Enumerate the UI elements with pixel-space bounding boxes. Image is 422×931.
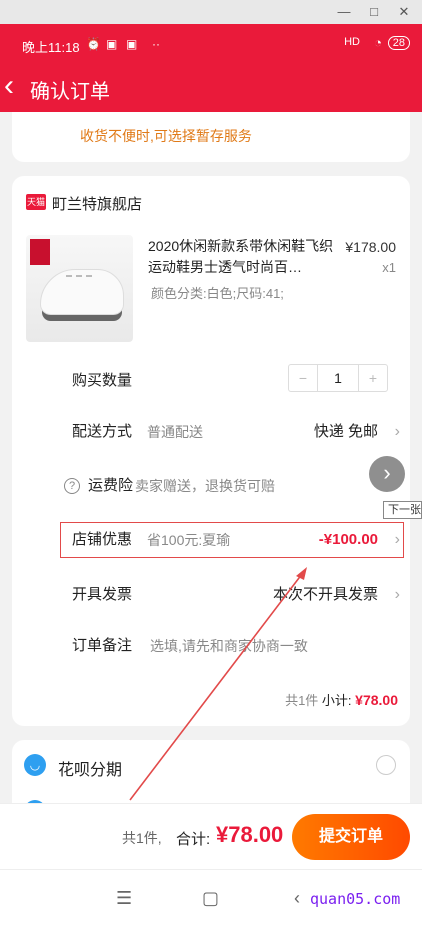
app-notification-icon: ▣ xyxy=(106,37,118,51)
store-discount-sub: 省100元:夏瑜 xyxy=(147,532,231,548)
product-title[interactable]: 2020休闲新款系带休闲鞋飞织运动鞋男士透气时尚百… xyxy=(148,236,334,278)
quantity-stepper[interactable]: − 1 + xyxy=(288,364,388,392)
signal-label: HD xyxy=(344,36,360,48)
quantity-row: 购买数量 − 1 + xyxy=(60,364,406,393)
footer-count: 共1件, xyxy=(122,830,162,846)
minimize-icon[interactable]: — xyxy=(336,4,352,20)
menu-icon[interactable]: ☰ xyxy=(116,888,132,909)
tmall-logo: 天猫 xyxy=(26,194,46,210)
chevron-right-icon: › xyxy=(394,423,400,440)
delivery-label: 配送方式 xyxy=(72,423,133,440)
footer-total-label: 合计: xyxy=(176,831,211,848)
next-tooltip: 下一张 xyxy=(383,501,422,519)
battery-indicator: 28 xyxy=(387,36,410,50)
home-icon[interactable]: ▢ xyxy=(202,888,219,909)
store-discount-label: 店铺优惠 xyxy=(72,531,133,548)
store-discount-row[interactable]: 店铺优惠 省100元:夏瑜 -¥100.00 › xyxy=(60,528,406,552)
insurance-label: 运费险 xyxy=(88,477,134,494)
footer-total-amount: ¥78.00 xyxy=(216,822,284,847)
remark-input[interactable]: 选填,请先和商家协商一致 xyxy=(150,634,308,658)
submit-order-button[interactable]: 提交订单 xyxy=(292,814,410,860)
quantity-label: 购买数量 xyxy=(72,372,133,389)
maximize-icon[interactable]: □ xyxy=(366,4,382,20)
status-bar: 晚上11:18 ⏰ ▣ ▣ ·· HD ◔ 28 xyxy=(0,24,422,64)
checkout-bar: 共1件, 合计: ¥78.00 提交订单 xyxy=(0,803,422,869)
huabei-label[interactable]: 花呗分期 xyxy=(58,756,122,780)
minus-button[interactable]: − xyxy=(289,365,317,391)
quantity-value[interactable]: 1 xyxy=(317,365,359,391)
plus-button[interactable]: + xyxy=(359,365,387,391)
insurance-sub: 卖家赠送，退换货可赔 xyxy=(135,478,275,494)
delivery-sub: 普通配送 xyxy=(147,424,203,440)
back-chevron-icon[interactable]: ‹ xyxy=(4,68,26,104)
notice-card: 收货不便时,可选择暂存服务 xyxy=(12,112,410,162)
subtotal-label: 小计: xyxy=(321,693,352,708)
more-dots-icon: ·· xyxy=(152,37,160,51)
watermark: quan05.com xyxy=(310,890,401,908)
window-titlebar: — □ ✕ xyxy=(0,0,422,24)
shoe-lace xyxy=(66,275,92,291)
storage-notice[interactable]: 收货不便时,可选择暂存服务 xyxy=(80,126,252,146)
subtotal-count: 共1件 xyxy=(285,693,319,708)
close-icon[interactable]: ✕ xyxy=(396,4,412,20)
invoice-value: 本次不开具发票 xyxy=(272,586,378,603)
back-icon[interactable]: ‹ xyxy=(294,888,300,909)
subtotal: 共1件 小计: ¥78.00 xyxy=(285,690,398,709)
huabei-radio[interactable] xyxy=(376,755,396,775)
product-variant: 颜色分类:白色;尺码:41; xyxy=(151,286,284,301)
delivery-value: 快递 免邮 xyxy=(313,423,378,440)
next-image-button[interactable]: › xyxy=(369,456,405,492)
chevron-right-icon: › xyxy=(394,531,400,548)
app-notification-icon-2: ▣ xyxy=(126,37,138,51)
subtotal-amount: ¥78.00 xyxy=(355,692,398,708)
product-image[interactable] xyxy=(26,235,133,342)
remark-label: 订单备注 xyxy=(72,637,133,654)
wifi-icon: ◔ xyxy=(374,35,382,50)
insurance-row[interactable]: 运费险 卖家赠送，退换货可赔 xyxy=(76,474,404,498)
store-discount-value: -¥100.00 xyxy=(318,531,378,548)
product-qty: x1 xyxy=(382,260,396,275)
payment-card: ◡ 花呗分期 xyxy=(12,740,410,812)
brand-badge xyxy=(30,239,50,265)
delivery-row[interactable]: 配送方式 普通配送 快递 免邮 › xyxy=(60,420,406,444)
product-price: ¥178.00 xyxy=(345,239,396,255)
huabei-icon: ◡ xyxy=(24,754,46,776)
chevron-right-icon: › xyxy=(394,586,400,603)
invoice-row[interactable]: 开具发票 本次不开具发票 › xyxy=(60,583,406,607)
navbar: ‹ 确认订单 xyxy=(0,64,422,112)
page-title: 确认订单 xyxy=(30,81,110,103)
store-name[interactable]: 町兰特旗舰店 xyxy=(52,193,142,214)
system-nav-bar: ☰ ▢ ‹ quan05.com xyxy=(0,869,422,931)
status-time: 晚上11:18 xyxy=(22,40,80,55)
invoice-label: 开具发票 xyxy=(72,586,133,603)
alarm-icon: ⏰ xyxy=(86,37,101,51)
remark-row: 订单备注 选填,请先和商家协商一致 xyxy=(60,634,406,658)
